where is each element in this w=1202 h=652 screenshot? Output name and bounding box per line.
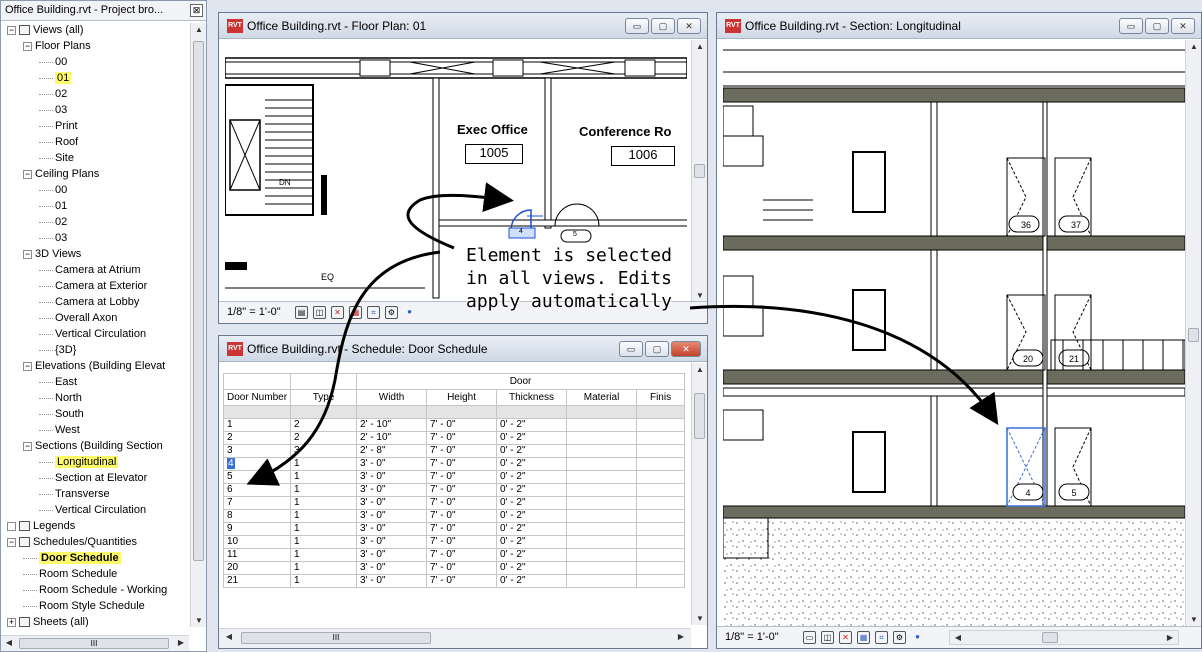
callout-line-2: in all views. Edits xyxy=(466,268,672,289)
callout-line-3: apply automatically xyxy=(466,291,672,312)
callout-text: Element is selected in all views. Edits ap… xyxy=(466,244,672,313)
callout-line-1: Element is selected xyxy=(466,245,672,266)
callout-arrows xyxy=(246,182,999,486)
